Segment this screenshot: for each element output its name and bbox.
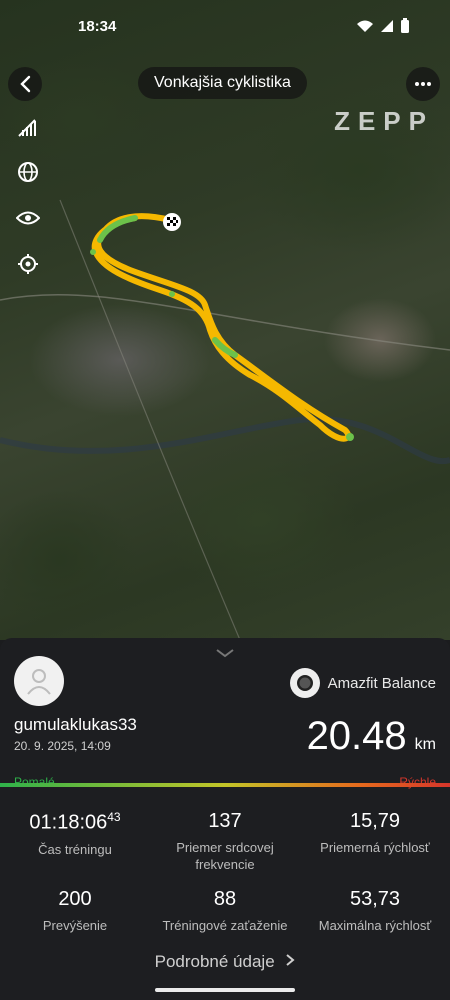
summary-sheet: Amazfit Balance gumulaklukas33 20. 9. 20… [0, 638, 450, 1000]
stat-label: Priemer srdcovej frekvencie [176, 840, 274, 872]
stat-value: 137 [208, 810, 242, 832]
signal-off-icon[interactable] [16, 116, 40, 140]
details-link-label: Podrobné údaje [154, 952, 275, 971]
stat-max-speed: 53,73 Maximálna rýchlosť [300, 888, 450, 934]
chevron-left-icon [20, 75, 31, 93]
workout-datetime: 20. 9. 2025, 14:09 [14, 739, 111, 753]
zepp-logo: ZEPP [334, 106, 434, 136]
device-name: Amazfit Balance [327, 674, 436, 692]
stat-value: 53,73 [349, 888, 401, 910]
distance-value: 20.48 [306, 714, 407, 758]
cellular-icon [381, 20, 393, 32]
stat-value: 200 [58, 888, 92, 910]
stat-label: Čas tréningu [38, 841, 112, 857]
stat-value-sup: 43 [107, 810, 121, 824]
home-indicator[interactable] [155, 988, 295, 992]
stat-label: Tréningové zaťaženie [162, 918, 288, 933]
wifi-icon [357, 20, 373, 32]
status-time: 18:34 [78, 18, 117, 35]
details-link[interactable]: Podrobné údaje [0, 952, 450, 972]
stat-label: Prevýšenie [42, 918, 108, 933]
sheet-handle-chevron-icon[interactable] [215, 642, 235, 663]
stat-value: 88 [213, 888, 237, 910]
stat-label: Priemerná rýchlosť [320, 840, 430, 855]
device-info: Amazfit Balance [289, 668, 436, 698]
stat-avg-speed: 15,79 Priemerná rýchlosť [300, 810, 450, 856]
username: gumulaklukas33 [14, 715, 137, 734]
stat-elevation-gain: 200 Prevýšenie [0, 888, 150, 934]
route-line [91, 213, 352, 442]
back-button[interactable] [8, 67, 42, 101]
eye-icon[interactable] [16, 206, 40, 230]
status-icons [356, 18, 410, 34]
more-options-button[interactable] [406, 67, 440, 101]
stat-value: 01:18:06 [29, 811, 108, 834]
avatar[interactable] [14, 656, 64, 706]
stat-label: Maximálna rýchlosť [318, 918, 432, 933]
chevron-right-icon [286, 954, 295, 966]
distance-unit: km [414, 736, 436, 753]
finish-flag-icon [163, 213, 181, 231]
speed-gradient-bar [0, 783, 450, 787]
user-icon [27, 669, 51, 695]
globe-icon[interactable] [16, 160, 40, 184]
stat-avg-heart-rate: 137 Priemer srdcovej frekvencie [150, 810, 300, 873]
more-dots-icon [415, 82, 431, 86]
locate-icon[interactable] [16, 252, 40, 276]
battery-icon [401, 18, 409, 33]
distance: 20.48 km [307, 714, 436, 759]
stat-training-time: 01:18:0643 Čas tréningu [0, 810, 150, 858]
stat-value: 15,79 [349, 810, 401, 832]
watch-icon [289, 668, 320, 698]
page-title: Vonkajšia cyklistika [138, 67, 307, 99]
stat-training-load: 88 Tréningové zaťaženie [150, 888, 300, 934]
